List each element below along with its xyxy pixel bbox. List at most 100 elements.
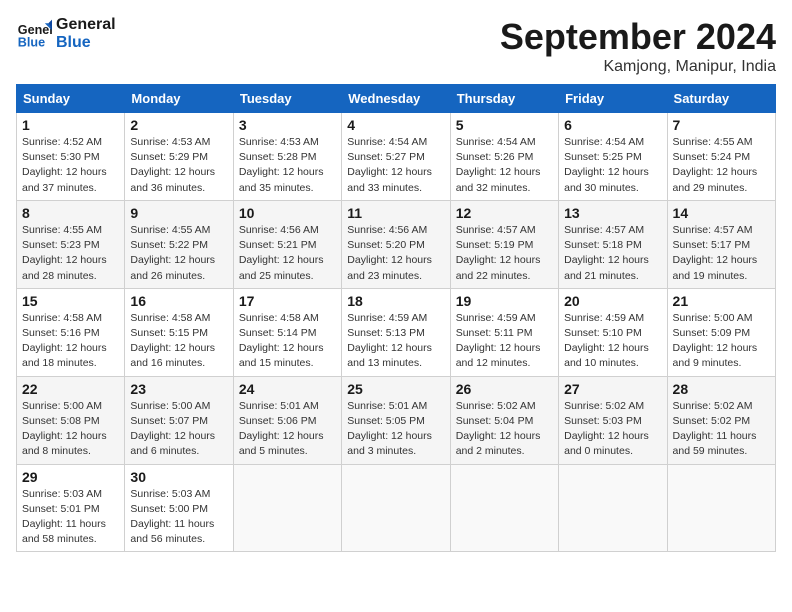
day-info: Sunrise: 4:52 AM Sunset: 5:30 PM Dayligh… bbox=[22, 135, 119, 196]
calendar-cell: 20 Sunrise: 4:59 AM Sunset: 5:10 PM Dayli… bbox=[559, 288, 667, 376]
calendar-cell: 7 Sunrise: 4:55 AM Sunset: 5:24 PM Daylig… bbox=[667, 113, 775, 201]
calendar-cell: 16 Sunrise: 4:58 AM Sunset: 5:15 PM Dayli… bbox=[125, 288, 233, 376]
calendar-cell bbox=[559, 464, 667, 552]
day-number: 9 bbox=[130, 205, 227, 221]
day-info: Sunrise: 4:59 AM Sunset: 5:11 PM Dayligh… bbox=[456, 311, 553, 372]
calendar-cell: 10 Sunrise: 4:56 AM Sunset: 5:21 PM Dayli… bbox=[233, 200, 341, 288]
day-number: 2 bbox=[130, 117, 227, 133]
day-info: Sunrise: 4:54 AM Sunset: 5:27 PM Dayligh… bbox=[347, 135, 444, 196]
calendar-cell: 14 Sunrise: 4:57 AM Sunset: 5:17 PM Dayli… bbox=[667, 200, 775, 288]
weekday-header-monday: Monday bbox=[125, 85, 233, 113]
calendar-cell: 18 Sunrise: 4:59 AM Sunset: 5:13 PM Dayli… bbox=[342, 288, 450, 376]
day-info: Sunrise: 5:02 AM Sunset: 5:02 PM Dayligh… bbox=[673, 399, 770, 460]
day-number: 19 bbox=[456, 293, 553, 309]
logo: General Blue General Blue bbox=[16, 16, 116, 52]
day-number: 7 bbox=[673, 117, 770, 133]
day-number: 11 bbox=[347, 205, 444, 221]
calendar-table: SundayMondayTuesdayWednesdayThursdayFrid… bbox=[16, 84, 776, 552]
day-number: 24 bbox=[239, 381, 336, 397]
day-number: 17 bbox=[239, 293, 336, 309]
calendar-cell: 5 Sunrise: 4:54 AM Sunset: 5:26 PM Daylig… bbox=[450, 113, 558, 201]
calendar-cell: 30 Sunrise: 5:03 AM Sunset: 5:00 PM Dayli… bbox=[125, 464, 233, 552]
day-number: 27 bbox=[564, 381, 661, 397]
day-number: 10 bbox=[239, 205, 336, 221]
day-number: 26 bbox=[456, 381, 553, 397]
calendar-cell: 26Sunrise: 5:02 AM Sunset: 5:04 PM Dayli… bbox=[450, 376, 558, 464]
day-number: 14 bbox=[673, 205, 770, 221]
day-info: Sunrise: 4:58 AM Sunset: 5:14 PM Dayligh… bbox=[239, 311, 336, 372]
calendar-cell: 22 Sunrise: 5:00 AM Sunset: 5:08 PM Dayli… bbox=[17, 376, 125, 464]
page-header: General Blue General Blue September 2024… bbox=[16, 16, 776, 76]
day-info: Sunrise: 5:00 AM Sunset: 5:07 PM Dayligh… bbox=[130, 399, 227, 460]
day-info: Sunrise: 4:58 AM Sunset: 5:16 PM Dayligh… bbox=[22, 311, 119, 372]
calendar-cell: 19 Sunrise: 4:59 AM Sunset: 5:11 PM Dayli… bbox=[450, 288, 558, 376]
weekday-header-thursday: Thursday bbox=[450, 85, 558, 113]
day-info: Sunrise: 5:00 AM Sunset: 5:09 PM Dayligh… bbox=[673, 311, 770, 372]
calendar-cell: 28Sunrise: 5:02 AM Sunset: 5:02 PM Dayli… bbox=[667, 376, 775, 464]
logo-icon: General Blue bbox=[16, 16, 52, 52]
calendar-cell: 9 Sunrise: 4:55 AM Sunset: 5:22 PM Daylig… bbox=[125, 200, 233, 288]
day-info: Sunrise: 4:55 AM Sunset: 5:24 PM Dayligh… bbox=[673, 135, 770, 196]
day-info: Sunrise: 4:57 AM Sunset: 5:19 PM Dayligh… bbox=[456, 223, 553, 284]
day-number: 25 bbox=[347, 381, 444, 397]
day-info: Sunrise: 4:56 AM Sunset: 5:21 PM Dayligh… bbox=[239, 223, 336, 284]
day-info: Sunrise: 4:57 AM Sunset: 5:18 PM Dayligh… bbox=[564, 223, 661, 284]
day-info: Sunrise: 4:54 AM Sunset: 5:25 PM Dayligh… bbox=[564, 135, 661, 196]
day-number: 6 bbox=[564, 117, 661, 133]
day-number: 23 bbox=[130, 381, 227, 397]
calendar-cell: 27 Sunrise: 5:02 AM Sunset: 5:03 PM Dayli… bbox=[559, 376, 667, 464]
day-number: 16 bbox=[130, 293, 227, 309]
calendar-cell bbox=[342, 464, 450, 552]
day-info: Sunrise: 4:55 AM Sunset: 5:22 PM Dayligh… bbox=[130, 223, 227, 284]
day-number: 5 bbox=[456, 117, 553, 133]
day-number: 3 bbox=[239, 117, 336, 133]
day-info: Sunrise: 5:03 AM Sunset: 5:01 PM Dayligh… bbox=[22, 487, 119, 548]
calendar-cell bbox=[667, 464, 775, 552]
calendar-cell: 17 Sunrise: 4:58 AM Sunset: 5:14 PM Dayli… bbox=[233, 288, 341, 376]
day-info: Sunrise: 4:54 AM Sunset: 5:26 PM Dayligh… bbox=[456, 135, 553, 196]
day-info: Sunrise: 5:00 AM Sunset: 5:08 PM Dayligh… bbox=[22, 399, 119, 460]
calendar-cell: 23 Sunrise: 5:00 AM Sunset: 5:07 PM Dayli… bbox=[125, 376, 233, 464]
weekday-header-sunday: Sunday bbox=[17, 85, 125, 113]
day-number: 18 bbox=[347, 293, 444, 309]
calendar-cell: 13 Sunrise: 4:57 AM Sunset: 5:18 PM Dayli… bbox=[559, 200, 667, 288]
location: Kamjong, Manipur, India bbox=[500, 58, 776, 76]
day-number: 4 bbox=[347, 117, 444, 133]
day-info: Sunrise: 4:58 AM Sunset: 5:15 PM Dayligh… bbox=[130, 311, 227, 372]
calendar-cell: 25Sunrise: 5:01 AM Sunset: 5:05 PM Dayli… bbox=[342, 376, 450, 464]
weekday-header-friday: Friday bbox=[559, 85, 667, 113]
calendar-cell: 4 Sunrise: 4:54 AM Sunset: 5:27 PM Daylig… bbox=[342, 113, 450, 201]
calendar-cell: 8Sunrise: 4:55 AM Sunset: 5:23 PM Daylig… bbox=[17, 200, 125, 288]
calendar-cell: 6 Sunrise: 4:54 AM Sunset: 5:25 PM Daylig… bbox=[559, 113, 667, 201]
day-info: Sunrise: 5:03 AM Sunset: 5:00 PM Dayligh… bbox=[130, 487, 227, 548]
calendar-cell: 12 Sunrise: 4:57 AM Sunset: 5:19 PM Dayli… bbox=[450, 200, 558, 288]
calendar-cell: 15Sunrise: 4:58 AM Sunset: 5:16 PM Dayli… bbox=[17, 288, 125, 376]
day-number: 8 bbox=[22, 205, 119, 221]
day-info: Sunrise: 4:53 AM Sunset: 5:29 PM Dayligh… bbox=[130, 135, 227, 196]
day-info: Sunrise: 4:53 AM Sunset: 5:28 PM Dayligh… bbox=[239, 135, 336, 196]
day-number: 12 bbox=[456, 205, 553, 221]
svg-text:Blue: Blue bbox=[18, 36, 45, 50]
calendar-cell: 21 Sunrise: 5:00 AM Sunset: 5:09 PM Dayli… bbox=[667, 288, 775, 376]
title-block: September 2024 Kamjong, Manipur, India bbox=[500, 16, 776, 76]
day-number: 20 bbox=[564, 293, 661, 309]
weekday-header-tuesday: Tuesday bbox=[233, 85, 341, 113]
calendar-cell bbox=[233, 464, 341, 552]
day-number: 30 bbox=[130, 469, 227, 485]
day-info: Sunrise: 5:01 AM Sunset: 5:06 PM Dayligh… bbox=[239, 399, 336, 460]
calendar-cell bbox=[450, 464, 558, 552]
month-title: September 2024 bbox=[500, 16, 776, 58]
calendar-cell: 29Sunrise: 5:03 AM Sunset: 5:01 PM Dayli… bbox=[17, 464, 125, 552]
day-number: 13 bbox=[564, 205, 661, 221]
day-info: Sunrise: 5:02 AM Sunset: 5:03 PM Dayligh… bbox=[564, 399, 661, 460]
calendar-cell: 24 Sunrise: 5:01 AM Sunset: 5:06 PM Dayli… bbox=[233, 376, 341, 464]
day-info: Sunrise: 4:56 AM Sunset: 5:20 PM Dayligh… bbox=[347, 223, 444, 284]
day-info: Sunrise: 4:59 AM Sunset: 5:10 PM Dayligh… bbox=[564, 311, 661, 372]
day-info: Sunrise: 4:59 AM Sunset: 5:13 PM Dayligh… bbox=[347, 311, 444, 372]
day-number: 21 bbox=[673, 293, 770, 309]
calendar-cell: 1Sunrise: 4:52 AM Sunset: 5:30 PM Daylig… bbox=[17, 113, 125, 201]
calendar-cell: 2 Sunrise: 4:53 AM Sunset: 5:29 PM Daylig… bbox=[125, 113, 233, 201]
day-info: Sunrise: 4:57 AM Sunset: 5:17 PM Dayligh… bbox=[673, 223, 770, 284]
day-number: 22 bbox=[22, 381, 119, 397]
weekday-header-wednesday: Wednesday bbox=[342, 85, 450, 113]
